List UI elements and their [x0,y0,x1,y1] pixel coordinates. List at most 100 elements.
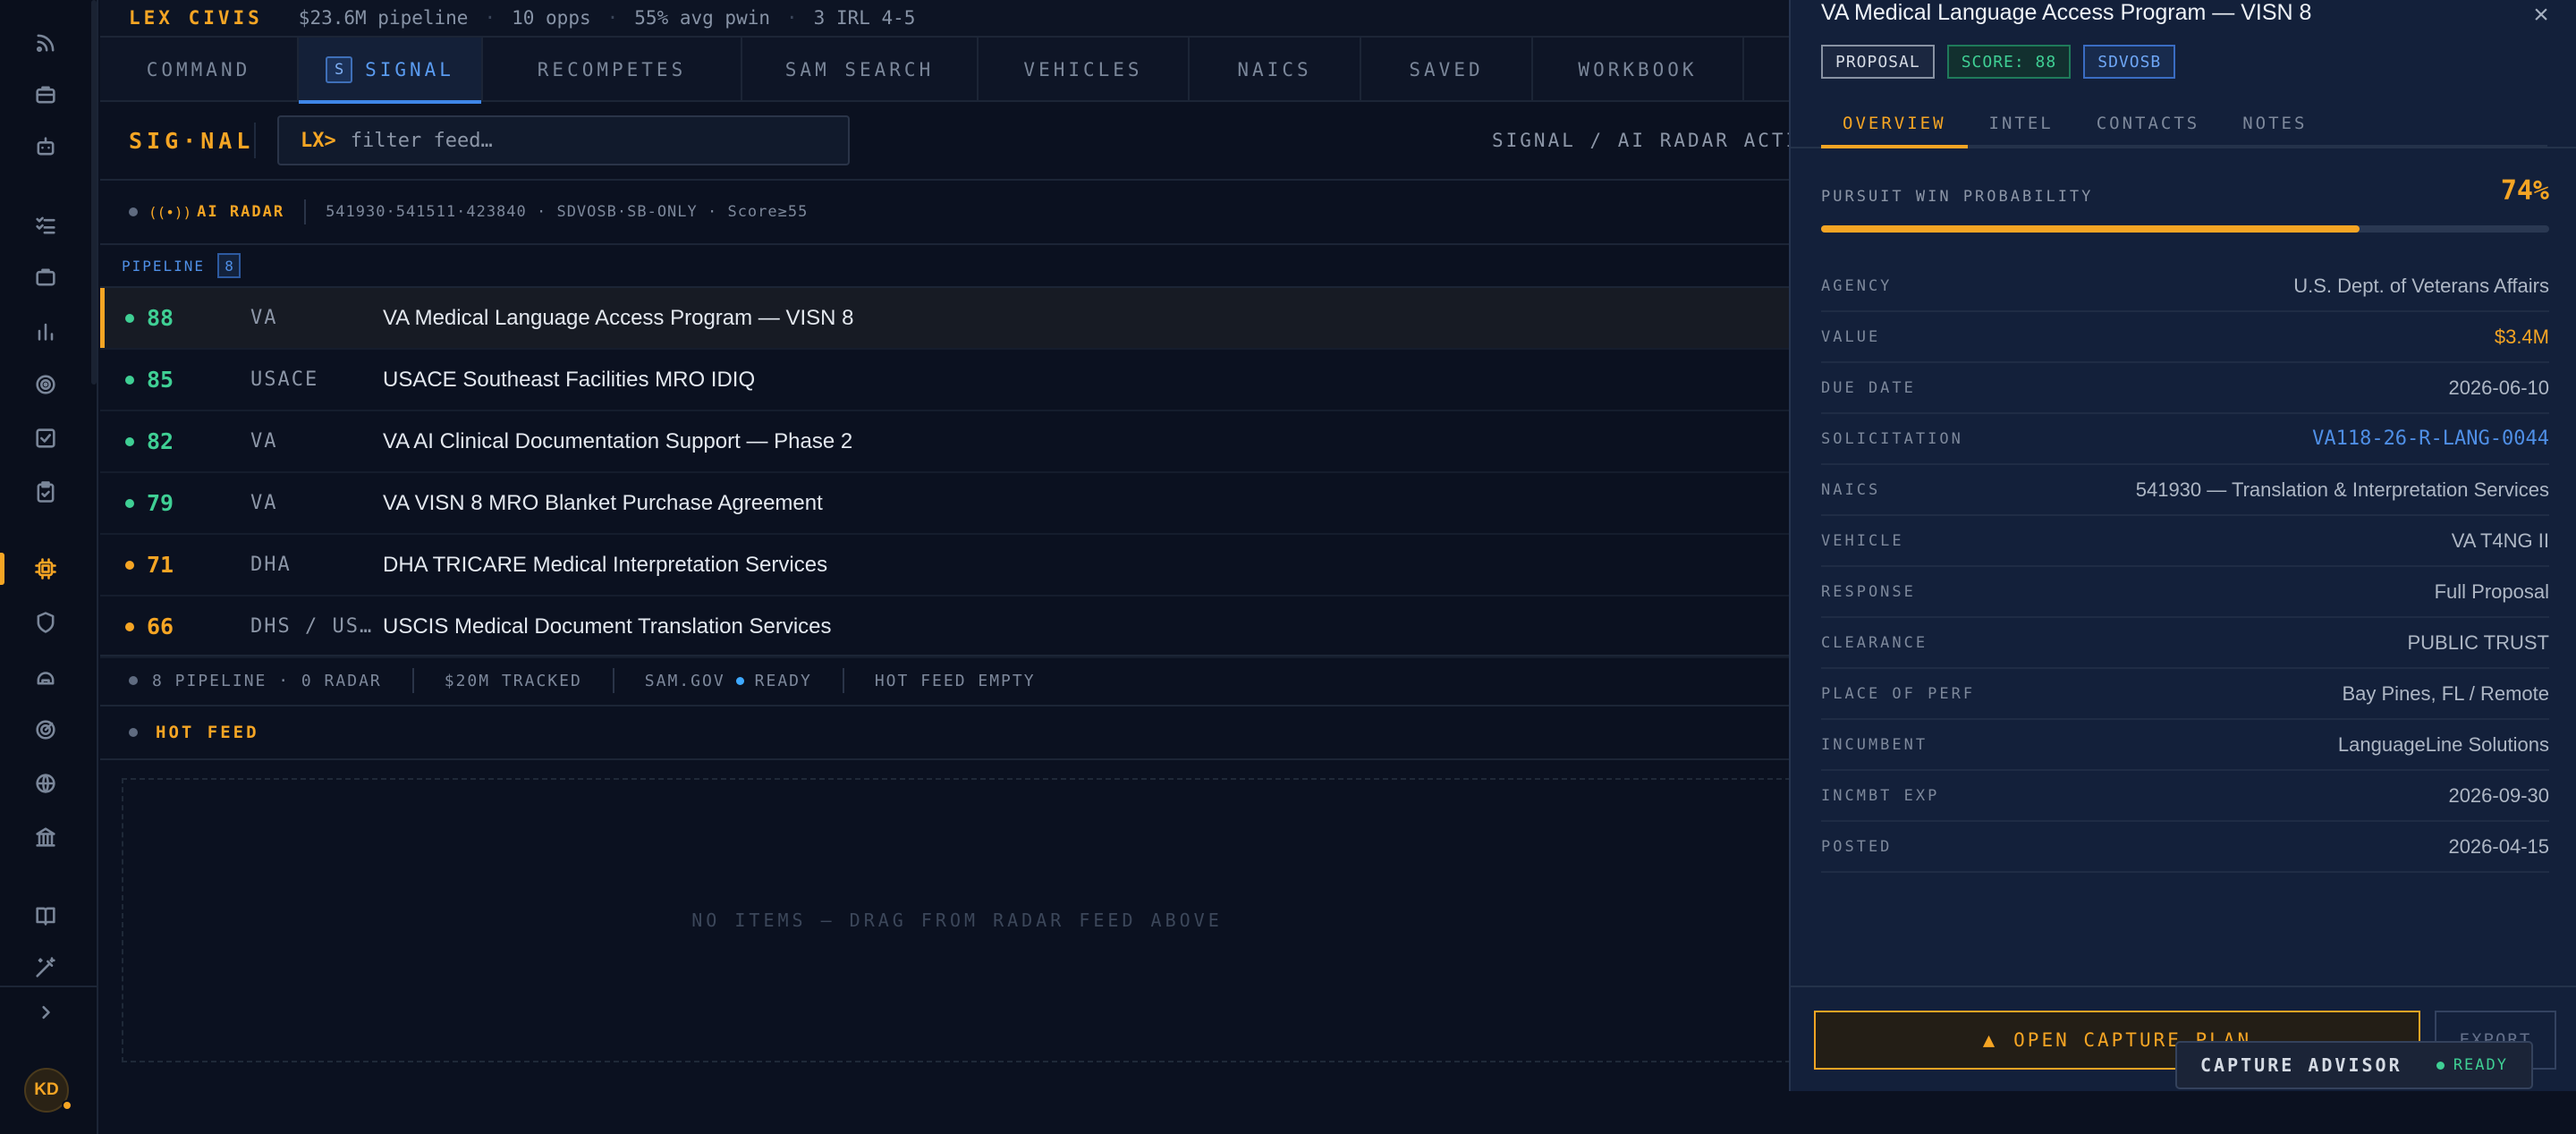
tab-command[interactable]: COMMAND [100,38,299,102]
detail-row: AGENCY U.S. Dept. of Veterans Affairs [1821,261,2549,312]
score-badge: SCORE: 88 [1946,45,2072,79]
detail-value: PUBLIC TRUST [2407,630,2549,654]
solicitation-link[interactable]: VA118-26-R-LANG-0044 [2312,427,2549,450]
panel-title: VA Medical Language Access Program — VIS… [1821,0,2312,25]
detail-value: 2026-04-15 [2448,834,2549,858]
close-icon[interactable]: × [2526,0,2556,30]
radar-divider [304,199,307,224]
irl-count: 3 IRL 4-5 [813,7,916,29]
pwin-value: 74% [2500,175,2549,207]
tab-intel[interactable]: INTEL [1968,100,2075,147]
tab-signal[interactable]: S SIGNAL [299,38,483,104]
row-title: DHA TRICARE Medical Interpretation Servi… [383,552,828,577]
score-dot [125,498,134,508]
panel-tabs: OVERVIEW INTEL CONTACTS NOTES [1821,100,2547,148]
row-score: 82 [147,428,174,454]
opps-count: 10 opps [512,7,591,29]
tab-label: VEHICLES [1023,59,1143,80]
chip-icon[interactable] [26,549,65,588]
magic-wand-icon[interactable] [26,948,65,987]
pipeline-row[interactable]: 88 VA VA Medical Language Access Program… [100,288,1791,350]
detail-key: CLEARANCE [1821,633,1928,652]
rail-scrollbar[interactable] [91,0,97,385]
pipeline-row[interactable]: 66 DHS / US… USCIS Medical Document Tran… [100,597,1791,658]
tab-contacts[interactable]: CONTACTS [2075,100,2222,147]
summary-tracked: $20M TRACKED [444,671,582,690]
pipeline-row[interactable]: 71 DHA DHA TRICARE Medical Interpretatio… [100,535,1791,597]
pwin-progress-track [1821,225,2549,233]
row-score: 88 [147,305,174,331]
row-title: USACE Southeast Facilities MRO IDIQ [383,367,756,392]
helmet-icon[interactable] [26,656,65,696]
target-icon[interactable] [26,365,65,404]
avg-pwin: 55% avg pwin [634,7,770,29]
tab-saved[interactable]: SAVED [1361,38,1533,102]
pipeline-summary-bar: 8 PIPELINE · 0 RADAR $20M TRACKED SAM.GO… [100,655,1791,707]
tab-vehicles[interactable]: VEHICLES [979,38,1190,102]
tab-shortcut-key: S [326,56,353,83]
tab-sam-search[interactable]: SAM SEARCH [742,38,979,102]
bank-icon[interactable] [26,817,65,857]
signal-header: SIG·NAL LX> SIGNAL / AI RADAR ACTIVE [100,102,1825,181]
tab-recompetes[interactable]: RECOMPETES [483,38,742,102]
radar-icon[interactable] [26,710,65,749]
detail-key: AGENCY [1821,276,1893,295]
capture-advisor-widget[interactable]: CAPTURE ADVISOR READY [2175,1041,2533,1089]
expand-chevron-icon[interactable] [26,993,65,1032]
hot-feed-dropzone[interactable]: NO ITEMS — DRAG FROM RADAR FEED ABOVE [122,778,1791,1062]
feed-icon[interactable] [26,23,65,63]
detail-row: VALUE $3.4M [1821,312,2549,363]
score-dot [125,436,134,446]
row-title: VA Medical Language Access Program — VIS… [383,305,854,330]
summary-divider [612,668,614,693]
checklist-icon[interactable] [26,206,65,245]
tab-notes[interactable]: NOTES [2221,100,2328,147]
portfolio-icon[interactable] [26,258,65,297]
bar-chart-icon[interactable] [26,311,65,351]
app-brand: LEX CIVIS [129,7,263,29]
checkbox-icon[interactable] [26,419,65,458]
detail-row: NAICS 541930 — Translation & Interpretati… [1821,465,2549,516]
detail-value: $3.4M [2494,325,2549,348]
tab-naics[interactable]: NAICS [1190,38,1361,102]
detail-row: CLEARANCE PUBLIC TRUST [1821,618,2549,669]
row-score: 85 [147,367,174,393]
detail-value: VA T4NG II [2451,529,2549,552]
pipeline-row[interactable]: 79 VA VA VISN 8 MRO Blanket Purchase Agr… [100,473,1791,535]
globe-icon[interactable] [26,764,65,803]
radar-status: SIGNAL / AI RADAR ACTIVE [1492,130,1828,151]
pipeline-total: $23.6M pipeline [298,7,469,29]
top-status-bar: LEX CIVIS $23.6M pipeline · 10 opps · 55… [100,0,1791,38]
badge-group: PROPOSAL SCORE: 88 SDVOSB [1821,45,2176,79]
sam-label: SAM.GOV [644,671,725,690]
topbar-separator: · [606,7,619,29]
avatar-status-dot [62,1100,72,1111]
robot-icon[interactable] [26,127,65,166]
icon-rail: KD [0,0,98,1134]
broadcast-icon: ((•)) [148,203,192,221]
tab-overview[interactable]: OVERVIEW [1821,100,1968,148]
score-dot [125,313,134,323]
detail-row: PLACE OF PERF Bay Pines, FL / Remote [1821,669,2549,720]
detail-value: 2026-09-30 [2448,783,2549,807]
detail-key: PLACE OF PERF [1821,684,1976,703]
main-nav-tabs: COMMAND S SIGNAL RECOMPETES SAM SEARCH V… [100,38,1791,104]
ai-radar-bar[interactable]: ((•)) AI RADAR 541930·541511·423840 · SD… [100,181,1791,245]
row-agency: VA [250,430,278,453]
tab-workbook[interactable]: WORKBOOK [1533,38,1744,102]
briefcase-icon[interactable] [26,75,65,114]
page-title: SIG·NAL [129,127,255,154]
shield-icon[interactable] [26,603,65,642]
score-dot [125,375,134,385]
setaside-badge: SDVOSB [2083,45,2176,79]
pipeline-row[interactable]: 82 VA VA AI Clinical Documentation Suppo… [100,411,1791,473]
detail-key: NAICS [1821,480,1881,499]
sam-status-dot [735,676,744,685]
book-icon[interactable] [26,896,65,935]
filter-input[interactable] [350,129,816,152]
stage-badge: PROPOSAL [1821,45,1935,79]
score-dot [125,560,134,570]
clipboard-icon[interactable] [26,472,65,512]
pipeline-row[interactable]: 85 USACE USACE Southeast Facilities MRO … [100,350,1791,411]
hot-feed-header: HOT FEED [100,707,1791,760]
